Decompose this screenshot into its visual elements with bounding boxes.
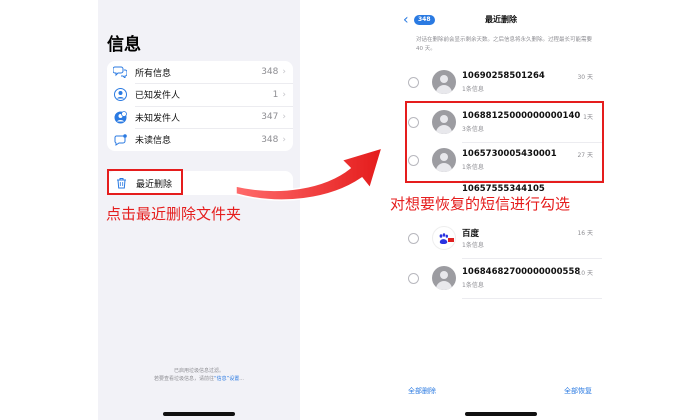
messages-settings-link[interactable]: “信息”设置 xyxy=(214,376,239,382)
filter-count: 1 xyxy=(272,89,279,100)
filter-label: 所有信息 xyxy=(135,68,172,79)
days-remaining: 16 天 xyxy=(577,230,593,237)
days-remaining: 10 天 xyxy=(577,270,593,277)
footnote-line: 已启用垃圾信息过滤。 xyxy=(173,368,224,374)
sender-name: 10684682700000000558 xyxy=(462,267,581,277)
deletion-notice: 对话在删除前会显示剩余天数。之后信息将永久删除。过程最长可能需要 40 天。 xyxy=(416,37,593,52)
chevron-right-icon: › xyxy=(282,89,286,100)
message-bubbles-icon xyxy=(113,65,127,79)
list-item[interactable]: 10684682700000000558 1条信息 10 天 xyxy=(400,259,602,299)
page-title: 最近删除 xyxy=(485,15,517,24)
footnote-line: 若要查看垃圾信息，请前往“信息”设置... xyxy=(98,375,300,383)
chevron-right-icon: › xyxy=(282,67,286,78)
spam-filter-footnote: 已启用垃圾信息过滤。 若要查看垃圾信息，请前往“信息”设置... xyxy=(98,367,300,383)
message-count: 1条信息 xyxy=(462,242,484,249)
baidu-logo-icon xyxy=(432,226,456,250)
known-contact-icon xyxy=(113,88,127,102)
filter-count: 347 xyxy=(261,112,279,123)
select-checkbox[interactable] xyxy=(408,233,419,244)
footnote-suffix: ... xyxy=(239,376,244,382)
filter-known-senders[interactable]: 已知发件人 1 › xyxy=(107,84,293,107)
sender-name: 百度 xyxy=(462,229,480,239)
chevron-right-icon: › xyxy=(282,112,286,123)
days-remaining: 30 天 xyxy=(577,74,593,81)
message-count: 1条信息 xyxy=(462,86,484,93)
arrow-icon xyxy=(235,146,384,201)
recover-all-button[interactable]: 全部恢复 xyxy=(564,386,592,396)
footnote-text: 若要查看垃圾信息，请前往 xyxy=(154,376,215,382)
filter-count: 348 xyxy=(261,67,279,78)
unread-bubble-icon xyxy=(113,133,127,147)
unknown-contact-icon xyxy=(113,110,127,124)
avatar xyxy=(432,266,456,290)
select-checkbox[interactable] xyxy=(408,273,419,284)
select-checkbox[interactable] xyxy=(408,77,419,88)
list-item[interactable]: 百度 1条信息 16 天 xyxy=(400,219,602,259)
filter-label: 已知发件人 xyxy=(135,91,181,102)
avatar xyxy=(432,70,456,94)
page-title: 信息 xyxy=(107,35,141,55)
filter-all-messages[interactable]: 所有信息 348 › xyxy=(107,61,293,84)
annotation-select-messages: 对想要恢复的短信进行勾选 xyxy=(388,193,573,214)
home-indicator xyxy=(465,412,537,416)
filter-unknown-senders[interactable]: 未知发件人 347 › xyxy=(107,106,293,129)
highlight-box-recently-deleted xyxy=(107,169,183,195)
annotation-click-recently-deleted: 点击最近删除文件夹 xyxy=(106,205,242,223)
filter-label: 未知发件人 xyxy=(135,113,181,124)
sender-name: 10690258501264 xyxy=(462,71,545,81)
home-indicator xyxy=(163,412,235,416)
highlight-box-messages xyxy=(405,101,604,183)
list-item[interactable]: 10690258501264 1条信息 30 天 xyxy=(400,63,602,103)
delete-all-button[interactable]: 全部删除 xyxy=(408,386,436,396)
message-count: 1条信息 xyxy=(462,282,484,289)
